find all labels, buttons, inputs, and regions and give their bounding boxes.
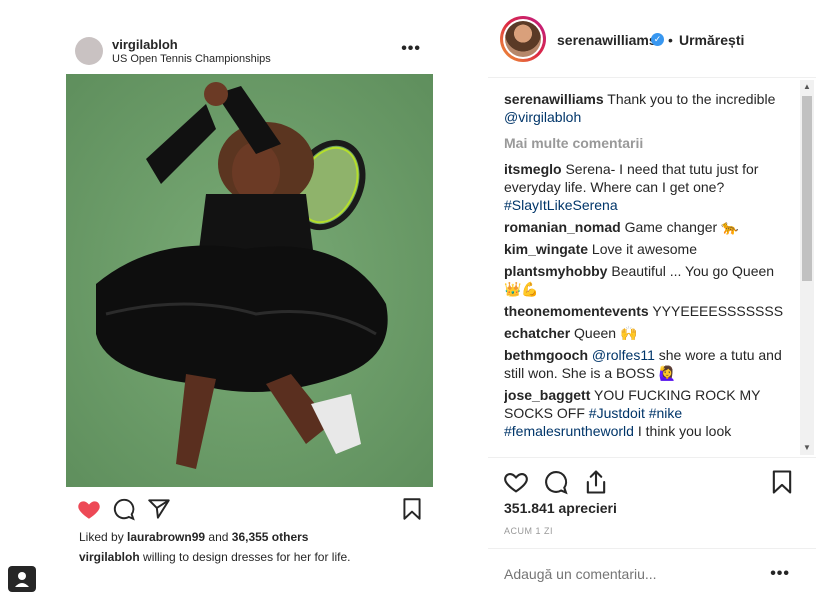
comment-row: theonemomentevents YYYEEEESSSSSSS: [504, 302, 794, 320]
comment-text: Game changer 🐆: [620, 219, 739, 235]
post-username[interactable]: virgilabloh: [112, 37, 178, 52]
more-comments-button[interactable]: Mai multe comentarii: [504, 134, 794, 152]
comment-username[interactable]: kim_wingate: [504, 241, 588, 257]
post-caption: virgilabloh willing to design dresses fo…: [79, 550, 350, 564]
scroll-down-arrow-icon[interactable]: ▼: [800, 441, 814, 455]
caption-text: willing to design dresses for her for li…: [139, 550, 351, 564]
separator-dot: •: [668, 32, 673, 48]
more-options-icon[interactable]: •••: [770, 565, 790, 583]
post-timestamp[interactable]: ACUM 1 ZI: [504, 526, 553, 536]
post-actions: [66, 494, 433, 524]
comment-text: Queen 🙌: [570, 325, 638, 341]
comment-text: Thank you to the incredible: [603, 91, 776, 107]
comment-username[interactable]: itsmeglo: [504, 161, 562, 177]
liked-by-others[interactable]: 36,355 others: [232, 530, 309, 544]
post-location[interactable]: US Open Tennis Championships: [112, 53, 271, 65]
likes-summary: Liked by laurabrown99 and 36,355 others: [79, 530, 308, 544]
avatar[interactable]: [75, 37, 103, 65]
scroll-up-arrow-icon[interactable]: ▲: [800, 80, 814, 94]
liked-by-prefix: Liked by: [79, 530, 128, 544]
more-options-icon[interactable]: •••: [401, 40, 421, 58]
comment-icon[interactable]: [542, 468, 570, 496]
comment-row: jose_baggett YOU FUCKING ROCK MY SOCKS O…: [504, 386, 794, 440]
comment-text-rest: I think you look: [633, 423, 732, 439]
avatar-image: [505, 21, 541, 57]
add-comment-bar: •••: [488, 548, 816, 599]
comment-icon[interactable]: [111, 496, 137, 522]
comment-username[interactable]: theonemomentevents: [504, 303, 649, 319]
share-icon[interactable]: [146, 496, 172, 522]
comment-text: Love it awesome: [588, 241, 697, 257]
bookmark-icon[interactable]: [768, 468, 796, 496]
caption-username[interactable]: virgilabloh: [79, 550, 140, 564]
comment-text: YYYEEEESSSSSSS: [648, 303, 784, 319]
verified-badge-icon: ✓: [651, 33, 664, 46]
heart-icon[interactable]: [502, 468, 530, 496]
heart-icon[interactable]: [76, 496, 102, 522]
comment-row: itsmeglo Serena- I need that tutu just f…: [504, 160, 794, 214]
comment-username[interactable]: romanian_nomad: [504, 219, 621, 235]
bookmark-icon[interactable]: [399, 496, 425, 522]
comment-link[interactable]: #SlayItLikeSerena: [504, 197, 618, 213]
upload-share-icon[interactable]: [582, 468, 610, 496]
panel-actions: [488, 457, 816, 497]
comment-link[interactable]: @rolfes11: [592, 347, 655, 363]
comment-username[interactable]: bethmgooch: [504, 347, 588, 363]
comments-scrollbar[interactable]: ▲ ▼: [800, 80, 814, 455]
comment-username[interactable]: jose_baggett: [504, 387, 590, 403]
avatar: [503, 19, 543, 59]
liked-by-user[interactable]: laurabrown99: [127, 530, 205, 544]
comment-row: plantsmyhobby Beautiful ... You go Queen…: [504, 262, 794, 298]
panel-header: serenawilliams ✓ • Urmărești: [488, 0, 816, 78]
liked-by-and: and: [205, 530, 232, 544]
comment-username[interactable]: serenawilliams: [504, 91, 604, 107]
comment-row: romanian_nomad Game changer 🐆: [504, 218, 794, 236]
add-comment-input[interactable]: [504, 566, 744, 582]
embedded-post: virgilabloh US Open Tennis Championships…: [66, 28, 433, 578]
scrollbar-thumb[interactable]: [802, 96, 812, 281]
comments-list: serenawilliams Thank you to the incredib…: [504, 90, 794, 450]
post-header: virgilabloh US Open Tennis Championships…: [66, 28, 433, 74]
comment-row: kim_wingate Love it awesome: [504, 240, 794, 258]
comment-row: echatcher Queen 🙌: [504, 324, 794, 342]
comment-rows: itsmeglo Serena- I need that tutu just f…: [504, 160, 794, 440]
profile-icon[interactable]: [8, 566, 36, 592]
comment-username[interactable]: echatcher: [504, 325, 570, 341]
post-photo[interactable]: [66, 74, 433, 487]
following-button[interactable]: Urmărești: [679, 32, 744, 48]
panel-username[interactable]: serenawilliams: [557, 32, 657, 48]
likes-count[interactable]: 351.841 aprecieri: [504, 500, 617, 516]
caption-comment: serenawilliams Thank you to the incredib…: [504, 90, 794, 126]
avatar-story-ring[interactable]: [500, 16, 546, 62]
mention-link[interactable]: @virgilabloh: [504, 109, 581, 125]
comment-row: bethmgooch @rolfes11 she wore a tutu and…: [504, 346, 794, 382]
post-detail-panel: serenawilliams ✓ • Urmărești serenawilli…: [488, 0, 816, 599]
comment-username[interactable]: plantsmyhobby: [504, 263, 607, 279]
tennis-player-image: [66, 74, 433, 487]
